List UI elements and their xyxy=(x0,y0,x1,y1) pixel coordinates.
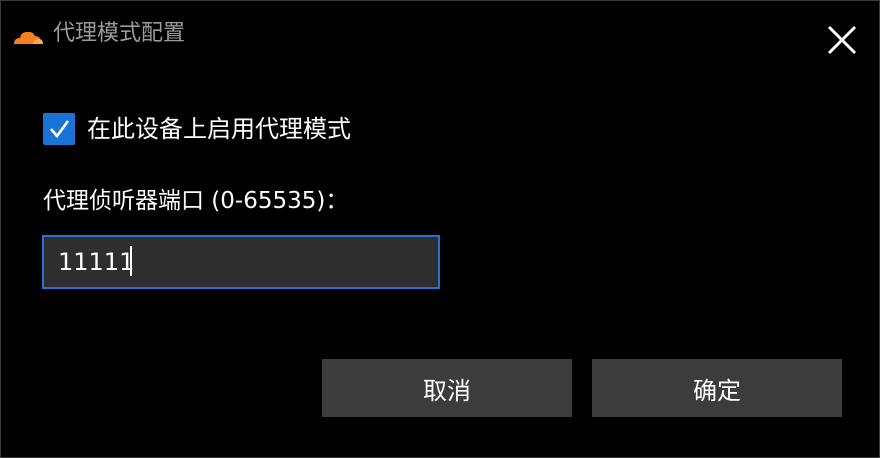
proxy-port-input[interactable] xyxy=(42,235,440,289)
ok-button[interactable]: 确定 xyxy=(592,359,842,417)
enable-proxy-mode-label: 在此设备上启用代理模式 xyxy=(87,115,351,143)
cloudflare-cloud-icon xyxy=(11,24,45,48)
enable-proxy-mode-checkbox[interactable] xyxy=(43,113,75,145)
cancel-button[interactable]: 取消 xyxy=(322,359,572,417)
proxy-port-label: 代理侦听器端口 (0-65535)： xyxy=(43,188,349,214)
close-icon xyxy=(827,25,857,55)
text-caret xyxy=(130,246,132,276)
enable-proxy-mode-option[interactable]: 在此设备上启用代理模式 xyxy=(43,113,351,145)
proxy-mode-dialog: 代理模式配置 在此设备上启用代理模式 代理侦听器端口 (0-65535)： 取消… xyxy=(0,0,880,458)
close-button[interactable] xyxy=(817,15,867,65)
dialog-title: 代理模式配置 xyxy=(53,21,186,46)
checkmark-icon xyxy=(50,120,70,139)
